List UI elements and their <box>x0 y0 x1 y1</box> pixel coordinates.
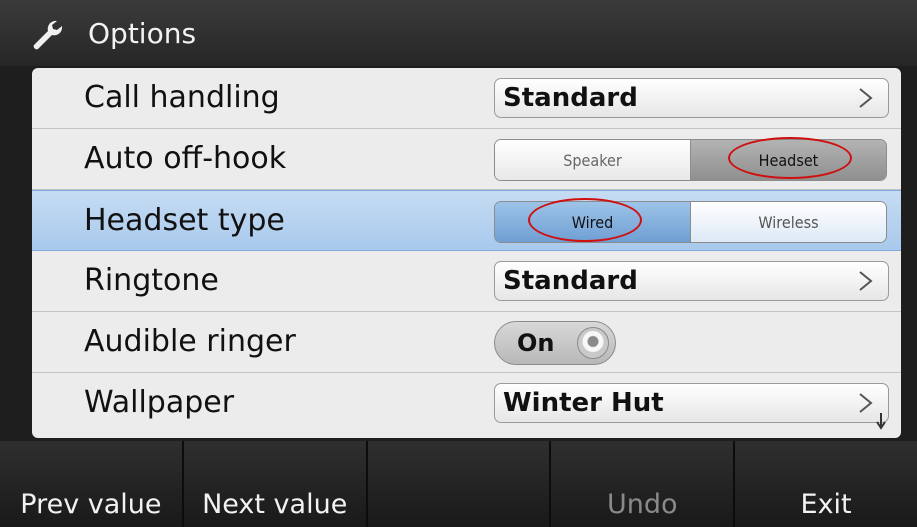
auto-off-hook-segmented-control[interactable]: Speaker Headset <box>494 139 887 181</box>
row-label: Wallpaper <box>84 385 235 420</box>
options-list: Call handling Standard Auto off-hook Spe… <box>32 68 901 438</box>
row-headset-type[interactable]: Headset type Wired Wireless <box>32 190 901 251</box>
empty-softkey[interactable] <box>367 441 550 527</box>
exit-softkey[interactable]: Exit <box>735 441 917 527</box>
wired-option[interactable]: Wired <box>495 202 690 242</box>
wireless-option[interactable]: Wireless <box>690 202 886 242</box>
chevron-right-icon <box>859 88 873 108</box>
audible-ringer-toggle[interactable]: On <box>494 321 616 365</box>
next-value-softkey[interactable]: Next value <box>183 441 366 527</box>
row-call-handling[interactable]: Call handling Standard <box>32 68 901 129</box>
call-handling-value-button[interactable]: Standard <box>494 78 889 118</box>
prev-value-softkey[interactable]: Prev value <box>0 441 182 527</box>
value-text: Winter Hut <box>503 388 664 418</box>
chevron-right-icon <box>859 271 873 291</box>
value-text: Standard <box>503 83 638 113</box>
value-text: Standard <box>503 266 638 296</box>
softkey-label: Undo <box>607 489 678 520</box>
row-label: Auto off-hook <box>84 141 287 176</box>
row-label: Audible ringer <box>84 324 296 359</box>
speaker-option[interactable]: Speaker <box>495 140 690 180</box>
row-audible-ringer[interactable]: Audible ringer On <box>32 312 901 373</box>
page-title: Options <box>88 17 197 50</box>
ringtone-value-button[interactable]: Standard <box>494 261 889 301</box>
toggle-knob[interactable] <box>577 327 609 359</box>
title-bar: Options <box>0 0 917 66</box>
softkey-label: Next value <box>202 489 348 520</box>
scroll-down-arrow-icon <box>876 413 886 430</box>
wallpaper-value-button[interactable]: Winter Hut <box>494 383 889 423</box>
row-label: Headset type <box>84 203 285 238</box>
softkey-label: Prev value <box>20 489 162 520</box>
row-auto-off-hook[interactable]: Auto off-hook Speaker Headset <box>32 129 901 190</box>
row-ringtone[interactable]: Ringtone Standard <box>32 251 901 312</box>
row-label: Call handling <box>84 80 280 115</box>
toggle-state: On <box>517 329 555 357</box>
softkey-label: Exit <box>800 489 852 520</box>
headset-option[interactable]: Headset <box>690 140 886 180</box>
undo-softkey[interactable]: Undo <box>551 441 734 527</box>
wrench-icon <box>33 20 63 50</box>
chevron-right-icon <box>859 393 873 413</box>
softkey-bar: Prev value Next value Undo Exit <box>0 441 917 527</box>
row-wallpaper[interactable]: Wallpaper Winter Hut <box>32 373 901 434</box>
headset-type-segmented-control[interactable]: Wired Wireless <box>494 201 887 243</box>
row-label: Ringtone <box>84 263 219 298</box>
